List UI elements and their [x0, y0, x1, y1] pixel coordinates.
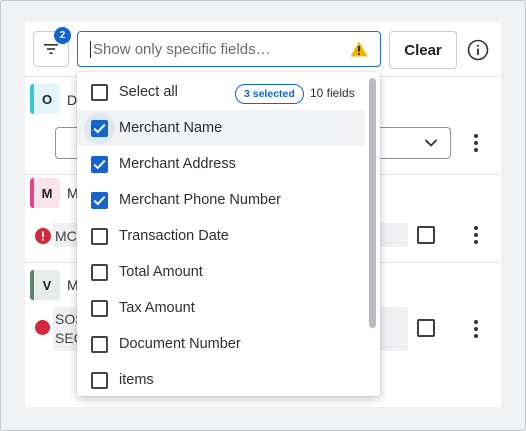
field-checkbox[interactable]: [91, 336, 108, 353]
field-option-label: Total Amount: [119, 264, 203, 280]
row-checkbox[interactable]: [417, 319, 435, 337]
field-option[interactable]: Tax Amount: [77, 290, 365, 326]
field-checkbox[interactable]: [91, 156, 108, 173]
select-all-option[interactable]: Select all 3 selected 10 fields: [77, 74, 365, 110]
field-checkbox[interactable]: [91, 228, 108, 245]
field-option-label: Document Number: [119, 336, 241, 352]
field-checkbox[interactable]: [91, 192, 108, 209]
select-all-label: Select all: [119, 84, 178, 100]
check-icon: [93, 195, 106, 206]
more-options-icon[interactable]: [469, 133, 483, 153]
field-option[interactable]: Total Amount: [77, 254, 365, 290]
selected-count-badge: 3 selected: [235, 84, 304, 104]
info-icon[interactable]: [467, 39, 489, 61]
error-dot-icon: [35, 320, 50, 335]
field-filter-dropdown: Select all 3 selected 10 fields Merchant…: [77, 72, 380, 396]
row-title: D: [67, 92, 78, 108]
filter-count-badge: 2: [54, 27, 71, 44]
row-avatar: O: [30, 84, 60, 114]
warning-icon: [350, 41, 368, 57]
field-checkbox[interactable]: [91, 120, 108, 137]
field-checkbox[interactable]: [91, 300, 108, 317]
field-option[interactable]: Merchant Address: [77, 146, 365, 182]
field-option-label: Merchant Phone Number: [119, 192, 281, 208]
field-search-box[interactable]: [77, 31, 381, 67]
field-option-label: Tax Amount: [119, 300, 195, 316]
more-options-icon[interactable]: [469, 319, 483, 339]
check-icon: [93, 123, 106, 134]
field-option-label: Transaction Date: [119, 228, 229, 244]
row-avatar: V: [30, 270, 60, 300]
field-option[interactable]: Transaction Date: [77, 218, 365, 254]
dropdown-scrollbar-thumb[interactable]: [369, 78, 376, 328]
field-option-label: Merchant Address: [119, 156, 236, 172]
more-options-icon[interactable]: [469, 225, 483, 245]
row-avatar: M: [30, 178, 60, 208]
field-option[interactable]: items: [77, 362, 365, 396]
row-checkbox[interactable]: [417, 226, 435, 244]
check-icon: [93, 159, 106, 170]
clear-button[interactable]: Clear: [389, 31, 457, 69]
select-all-checkbox[interactable]: [91, 84, 108, 101]
field-option[interactable]: Merchant Phone Number: [77, 182, 365, 218]
filter-button[interactable]: 2: [33, 27, 71, 67]
error-icon: [35, 228, 51, 244]
field-checkbox[interactable]: [91, 264, 108, 281]
text-cursor: [90, 41, 91, 58]
field-option[interactable]: Merchant Name: [77, 110, 365, 146]
chevron-down-icon: [424, 139, 438, 147]
field-option[interactable]: Document Number: [77, 326, 365, 362]
row-value-text: MC: [55, 228, 77, 244]
filter-icon: [44, 44, 58, 54]
field-search-input[interactable]: [93, 32, 343, 66]
field-option-label: Merchant Name: [119, 120, 223, 136]
fields-count: 10 fields: [310, 86, 355, 100]
field-checkbox[interactable]: [91, 372, 108, 389]
field-option-label: items: [119, 372, 154, 388]
